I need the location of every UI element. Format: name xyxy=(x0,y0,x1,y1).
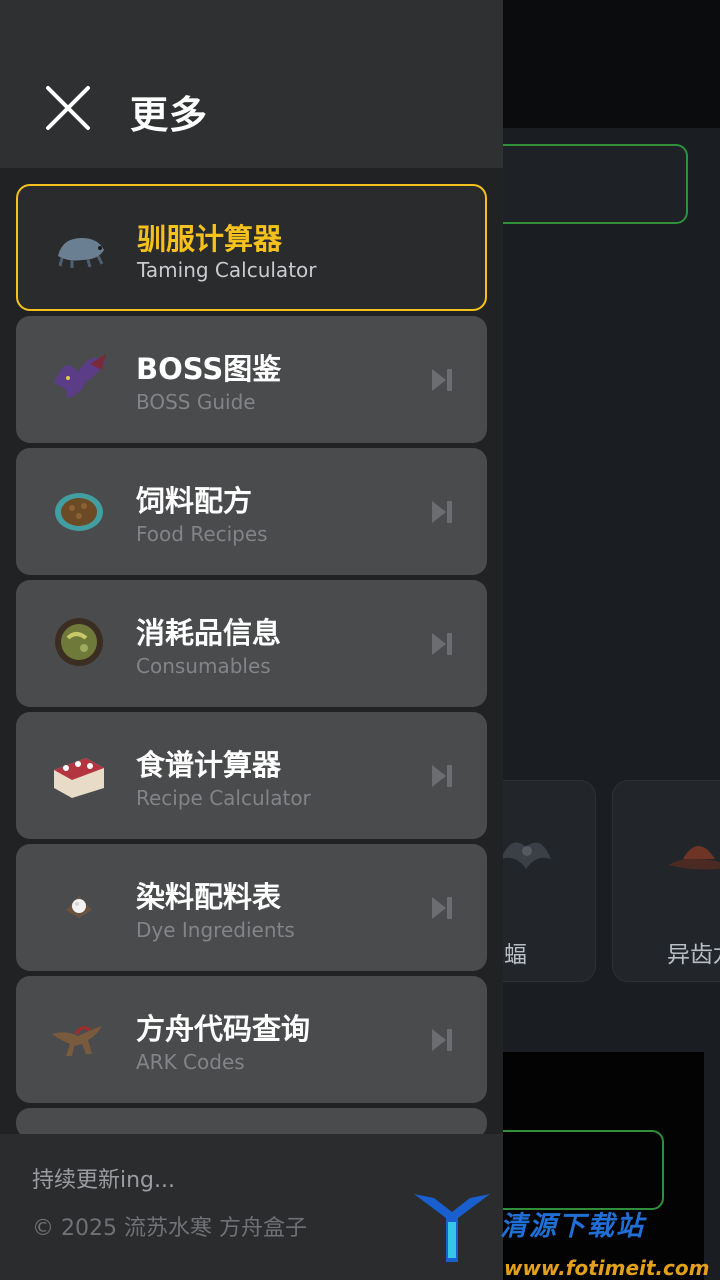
menu-item-subtitle: Taming Calculator xyxy=(137,258,317,282)
raptor-icon xyxy=(52,1026,102,1056)
menu-item-title: BOSS图鉴 xyxy=(136,352,282,386)
menu-item-recipe-calculator[interactable]: 食谱计算器 Recipe Calculator xyxy=(16,712,487,839)
menu-item-food-recipes[interactable]: 饲料配方 Food Recipes xyxy=(16,448,487,575)
kibble-icon xyxy=(55,493,103,531)
cake-icon xyxy=(54,758,104,798)
skip-next-icon xyxy=(432,633,452,655)
menu-item-title: 饲料配方 xyxy=(136,484,253,518)
menu-item-subtitle: Recipe Calculator xyxy=(136,786,311,810)
close-icon[interactable] xyxy=(40,80,96,136)
background-app-bar xyxy=(503,0,720,128)
menu-item-title: 染料配料表 xyxy=(136,880,282,914)
menu-item-subtitle: ARK Codes xyxy=(136,1050,245,1074)
menu-item-subtitle: BOSS Guide xyxy=(136,390,256,414)
menu-item-dye-ingredients[interactable]: 染料配料表 Dye Ingredients xyxy=(16,844,487,971)
watermark-url: www.fotimeit.com xyxy=(504,1256,710,1280)
watermark-logo-icon xyxy=(414,1194,490,1262)
menu-item-title: 食谱计算器 xyxy=(136,748,282,782)
dye-bowl-icon xyxy=(66,896,92,918)
drawer-title: 更多 xyxy=(130,93,209,137)
update-status-text: 持续更新ing... xyxy=(32,1168,176,1193)
watermark-text: 清源下载站 xyxy=(500,1211,645,1242)
background-card-label: 异齿龙 xyxy=(667,942,720,968)
background-creature-card: 异齿龙 xyxy=(612,780,720,982)
drawer-header: 更多 xyxy=(0,0,503,168)
skip-next-icon xyxy=(432,501,452,523)
menu-item-taming-calculator[interactable]: 驯服计算器 Taming Calculator xyxy=(16,184,487,311)
menu-item-boss-guide[interactable]: BOSS图鉴 BOSS Guide xyxy=(16,316,487,443)
menu-item-title: 消耗品信息 xyxy=(136,616,282,650)
soup-bowl-icon xyxy=(55,618,103,666)
dragon-boss-icon xyxy=(54,354,106,398)
menu-item-subtitle: Food Recipes xyxy=(136,522,268,546)
taming-creature-icon xyxy=(58,238,104,268)
menu-item-subtitle: Consumables xyxy=(136,654,271,678)
skip-next-icon xyxy=(432,765,452,787)
copyright-text: © 2025 流苏水寒 方舟盒子 xyxy=(32,1216,307,1241)
navigation-drawer: 更多 驯服计算器 Taming Calculator BOSS图鉴 BOSS G… xyxy=(0,0,503,1280)
skip-next-icon xyxy=(432,897,452,919)
drawer-menu: 驯服计算器 Taming Calculator BOSS图鉴 BOSS Guid… xyxy=(16,184,487,1138)
menu-item-title: 驯服计算器 xyxy=(137,222,283,256)
dimetrodon-creature-icon xyxy=(668,846,720,870)
menu-item-title: 方舟代码查询 xyxy=(136,1012,311,1046)
menu-item-ark-codes[interactable]: 方舟代码查询 ARK Codes xyxy=(16,976,487,1103)
watermark: 清源下载站 www.fotimeit.com xyxy=(410,1180,710,1280)
skip-next-icon xyxy=(432,369,452,391)
menu-item-subtitle: Dye Ingredients xyxy=(136,918,295,942)
skip-next-icon xyxy=(432,1029,452,1051)
menu-item-consumables[interactable]: 消耗品信息 Consumables xyxy=(16,580,487,707)
